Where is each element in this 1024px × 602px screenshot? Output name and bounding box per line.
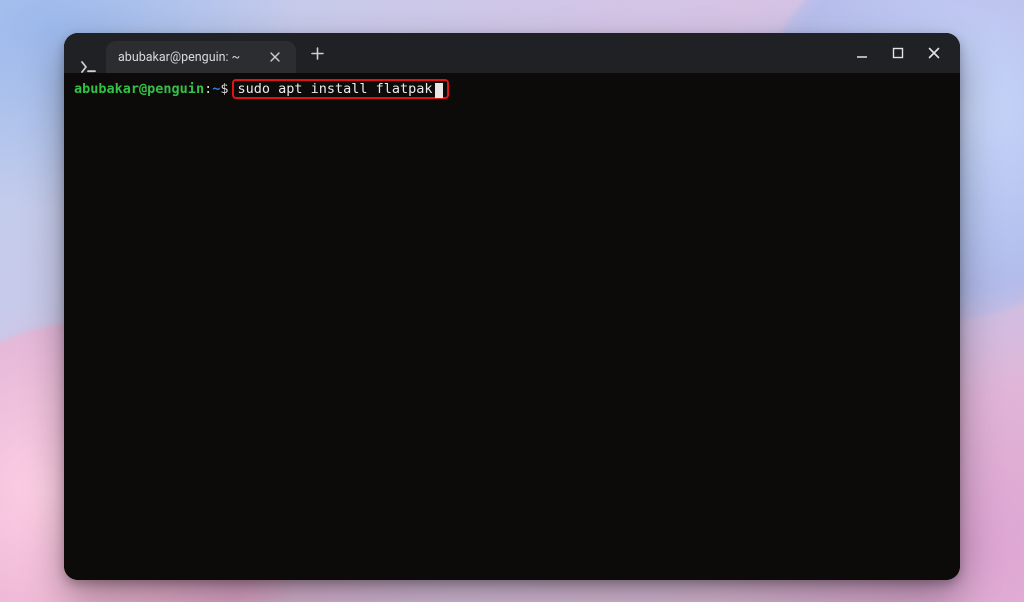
prompt-line: abubakar@penguin:~$ sudo apt install fla… [74,79,950,99]
tab-close-button[interactable] [266,48,284,66]
window-controls [846,33,960,73]
close-icon [270,52,280,62]
terminal-window: abubakar@penguin: ~ [64,33,960,580]
new-tab-button[interactable] [302,47,332,60]
minimize-icon [856,47,868,59]
prompt-host: penguin [147,79,204,99]
command-highlight-box: sudo apt install flatpak [232,79,449,99]
tab-active[interactable]: abubakar@penguin: ~ [106,41,296,73]
terminal-cursor [435,83,443,98]
close-window-button[interactable] [918,39,950,67]
command-text: sudo apt install flatpak [238,79,433,99]
terminal-body: abubakar@penguin:~$ sudo apt install fla… [64,73,960,580]
close-icon [928,47,940,59]
maximize-button[interactable] [882,39,914,67]
prompt-path: ~ [212,79,220,99]
plus-icon [311,47,324,60]
title-bar[interactable]: abubakar@penguin: ~ [64,33,960,73]
prompt-colon: : [204,79,212,99]
minimize-button[interactable] [846,39,878,67]
tab-title: abubakar@penguin: ~ [118,50,256,65]
terminal-icon [72,61,106,73]
maximize-icon [892,47,904,59]
prompt-at: @ [139,79,147,99]
tab-strip: abubakar@penguin: ~ [64,33,332,73]
prompt-symbol: $ [220,79,228,99]
prompt-user: abubakar [74,79,139,99]
titlebar-drag-region[interactable] [332,33,846,73]
